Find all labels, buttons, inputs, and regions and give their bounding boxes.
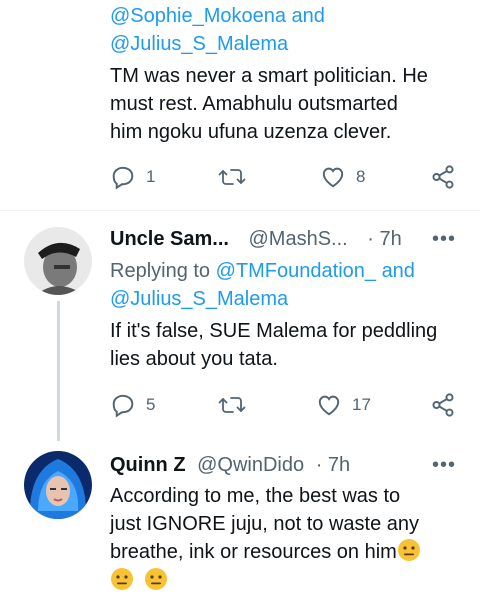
replying-to-handle-2[interactable]: @Julius_S_Malema bbox=[110, 285, 288, 313]
tweet-1[interactable]: @Sophie_Mokoena and @Julius_S_Malema TM … bbox=[0, 0, 480, 210]
emoji-line bbox=[110, 567, 168, 595]
retweet-button[interactable] bbox=[218, 392, 246, 418]
replying-to-label: Replying to bbox=[110, 260, 211, 282]
author-handle[interactable]: @MashS... bbox=[249, 228, 348, 250]
neutral-face-emoji bbox=[144, 568, 167, 590]
retweet-icon bbox=[218, 169, 246, 185]
neutral-face-emoji bbox=[111, 568, 133, 590]
like-count: 17 bbox=[352, 395, 371, 414]
more-options-button[interactable]: ••• bbox=[432, 455, 456, 475]
tweet-body-line: must rest. Amabhulu outsmarted bbox=[110, 93, 398, 115]
tweet-body-line: just IGNORE juju, not to waste any bbox=[110, 513, 420, 535]
tweet-body-line-with-emoji: breathe, ink or resources on him bbox=[110, 538, 421, 566]
author-name[interactable]: Quinn Z bbox=[110, 454, 186, 476]
tweet-body-line: lies about you tata. bbox=[110, 348, 278, 370]
replying-to: Replying to @TMFoundation_ and bbox=[110, 257, 415, 285]
reply-handles-line-1[interactable]: @Sophie_Mokoena and bbox=[110, 2, 325, 30]
like-button[interactable]: 17 bbox=[316, 392, 371, 418]
neutral-face-emoji bbox=[397, 539, 420, 561]
tweet-body-line: him ngoku ufuna uzenza clever. bbox=[110, 121, 392, 143]
tweet-body-line: TM was never a smart politician. He bbox=[110, 65, 428, 87]
tweet-body-line: According to me, the best was to bbox=[110, 485, 401, 507]
tweet-3[interactable]: Quinn Z @QwinDido · 7h ••• According to … bbox=[0, 441, 480, 602]
reply-handles-line-2[interactable]: @Julius_S_Malema bbox=[110, 30, 288, 58]
tweet-body-line: If it's false, SUE Malema for peddling bbox=[110, 320, 438, 342]
reply-button[interactable]: 5 bbox=[110, 392, 155, 418]
tweet-time[interactable]: · 7h bbox=[367, 228, 401, 250]
avatar[interactable] bbox=[24, 227, 92, 295]
author-handle[interactable]: @QwinDido bbox=[197, 454, 304, 476]
share-button[interactable] bbox=[430, 392, 456, 418]
like-button[interactable]: 8 bbox=[320, 164, 365, 190]
reply-count: 1 bbox=[146, 167, 156, 186]
tweet-header: Quinn Z @QwinDido · 7h bbox=[110, 451, 350, 479]
heart-icon bbox=[318, 395, 340, 416]
tweet-body-text: breathe, ink or resources on him bbox=[110, 541, 397, 563]
share-icon bbox=[432, 165, 454, 189]
tweet-2[interactable]: Uncle Sam... @MashS... · 7h ••• Replying… bbox=[0, 211, 480, 441]
thread-connector bbox=[57, 301, 60, 441]
heart-icon bbox=[322, 167, 344, 188]
replying-to-handle[interactable]: @TMFoundation_ and bbox=[216, 260, 415, 282]
author-name[interactable]: Uncle Sam... bbox=[110, 228, 229, 250]
share-button[interactable] bbox=[430, 164, 456, 190]
tweet-time[interactable]: · 7h bbox=[316, 454, 350, 476]
retweet-icon bbox=[218, 397, 246, 413]
reply-button[interactable]: 1 bbox=[110, 164, 155, 190]
reply-count: 5 bbox=[146, 395, 156, 414]
reply-icon bbox=[112, 394, 134, 418]
tweet-header: Uncle Sam... @MashS... · 7h bbox=[110, 225, 402, 253]
like-count: 8 bbox=[356, 167, 366, 186]
avatar[interactable] bbox=[24, 451, 92, 519]
retweet-button[interactable] bbox=[218, 164, 246, 190]
more-options-button[interactable]: ••• bbox=[432, 229, 456, 249]
reply-icon bbox=[112, 166, 134, 190]
share-icon bbox=[432, 393, 454, 417]
